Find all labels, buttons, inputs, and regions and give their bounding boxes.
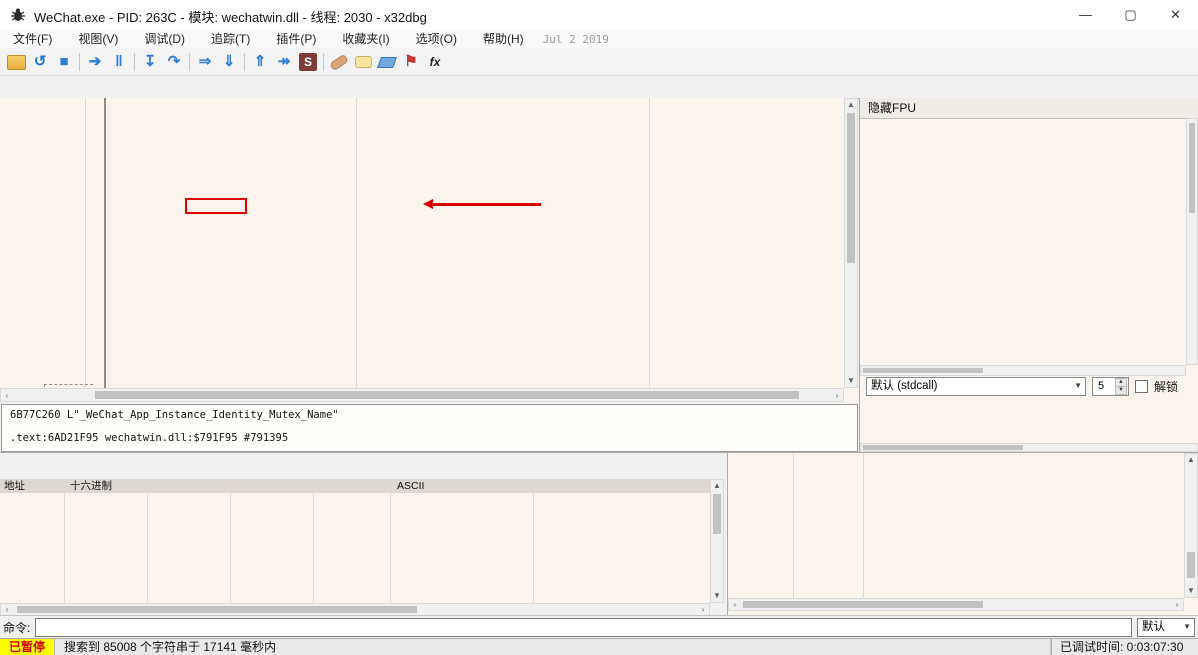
menu-build-date: Jul 2 2019 — [542, 32, 609, 46]
toolbar-run-icon[interactable]: ➔ — [83, 51, 107, 73]
command-label: 命令: — [3, 620, 31, 635]
toolbar-separator — [79, 52, 80, 71]
dump-vscrollbar[interactable]: ▲ ▼ — [710, 479, 724, 603]
menu-item[interactable]: 视图(V) — [65, 30, 131, 48]
info-box: 6B77C260 L"_WeChat_App_Instance_Identity… — [1, 404, 858, 452]
toolbar-step-out-icon[interactable]: ⇑ — [248, 51, 272, 73]
bytes-divider — [356, 98, 357, 388]
window-title: WeChat.exe - PID: 263C - 模块: wechatwin.d… — [34, 10, 427, 25]
dump-tabs — [0, 453, 724, 480]
menu-item[interactable]: 追踪(T) — [198, 30, 263, 48]
debug-state-badge: 已暂停 — [0, 638, 56, 655]
open-file-icon — [6, 54, 26, 70]
toolbar: ↺ ■ ➔ ‖ ↧ ↷ ⇒ ⇓ ⇑ ↠ S ⚑ fx — [0, 48, 1198, 76]
annotation-red-arrow — [433, 203, 541, 206]
stack-hscrollbar[interactable]: ‹ › — [728, 598, 1184, 611]
toolbar-step-into-icon[interactable]: ↧ — [138, 51, 162, 73]
dump-header: 地址 十六进制 ASCII — [0, 479, 710, 494]
chevron-down-icon: ▼ — [1183, 621, 1191, 631]
registers-panel[interactable]: 隐藏FPU 默认 (stdcall) ▼ 5 ▲ ▼ 解锁 — [859, 98, 1198, 452]
status-message: 搜索到 85008 个字符串于 17141 毫秒内 — [55, 638, 1051, 655]
toolbar-restart-icon[interactable]: ↺ — [28, 51, 52, 73]
disassembly-panel[interactable]: ‹ › ▲ ▼ — [0, 98, 858, 402]
menu-item[interactable]: 选项(O) — [403, 30, 470, 48]
chevron-down-icon: ▼ — [1074, 381, 1082, 390]
toolbar-label-icon[interactable] — [375, 51, 399, 73]
toolbar-run-to-user-code-icon[interactable]: ⇓ — [217, 51, 241, 73]
menu-item[interactable]: 文件(F) — [0, 30, 65, 48]
dump-rows[interactable] — [0, 493, 710, 603]
annotation-red-box — [185, 198, 247, 214]
debug-time: 已调试时间: 0:03:07:30 — [1051, 638, 1198, 655]
dump-header-address: 地址 — [4, 480, 25, 492]
minimize-button[interactable]: — — [1063, 0, 1108, 30]
stack-rows[interactable] — [728, 453, 1184, 598]
toolbar-open-file-icon[interactable] — [4, 51, 28, 73]
bottom-section: 地址 十六进制 ASCII ‹ › ▲ ▼ ‹ › ▲ ▼ — [0, 452, 1198, 616]
comment-divider — [649, 98, 650, 388]
bug-icon — [11, 8, 25, 21]
menu-item[interactable]: 帮助(H) — [470, 30, 537, 48]
close-button[interactable]: ✕ — [1153, 0, 1198, 30]
maximize-button[interactable]: ▢ — [1108, 0, 1153, 30]
seh-tile-icon: S — [299, 52, 317, 71]
toolbar-execute-till-return-icon[interactable]: ⇒ — [193, 51, 217, 73]
registers-vscrollbar[interactable] — [1186, 118, 1198, 365]
register-list[interactable] — [860, 118, 1186, 365]
calling-convention-row: 默认 (stdcall) ▼ 5 ▲ ▼ 解锁 — [860, 376, 1198, 397]
label-icon — [376, 56, 398, 68]
dump-header-hex: 十六进制 — [70, 480, 112, 492]
toolbar-function-icon[interactable]: fx — [423, 51, 447, 73]
status-bar: 已暂停 搜索到 85008 个字符串于 17141 毫秒内 已调试时间: 0:0… — [0, 638, 1198, 655]
title-bar[interactable]: WeChat.exe - PID: 263C - 模块: wechatwin.d… — [0, 0, 1198, 31]
toolbar-separator — [323, 52, 324, 71]
info-line-string: 6B77C260 L"_WeChat_App_Instance_Identity… — [10, 409, 339, 421]
comment-icon — [354, 55, 372, 68]
disasm-hscrollbar[interactable]: ‹ › — [0, 388, 844, 402]
unlock-checkbox[interactable] — [1135, 380, 1148, 393]
toolbar-separator — [244, 52, 245, 71]
toolbar-patch-icon[interactable] — [327, 51, 351, 73]
unlock-label: 解锁 — [1154, 380, 1179, 394]
annotation-red-arrow-head — [423, 199, 433, 209]
patch-icon — [329, 53, 349, 71]
address-divider — [104, 98, 106, 388]
registers-hscrollbar[interactable] — [860, 365, 1186, 376]
toolbar-animate-into-icon[interactable]: ↠ — [272, 51, 296, 73]
memory-dump-panel[interactable]: 地址 十六进制 ASCII ‹ › ▲ ▼ — [0, 453, 724, 616]
menu-bar: 文件(F) 视图(V) 调试(D) 追踪(T) 插件(P) 收藏夹(I) 选项(O) 帮助(H… — [0, 30, 1198, 48]
calling-convention-select[interactable]: 默认 (stdcall) ▼ — [866, 377, 1086, 396]
command-input[interactable] — [35, 617, 1132, 637]
menu-item[interactable]: 调试(D) — [131, 30, 198, 48]
disassembly-view[interactable] — [0, 98, 844, 388]
toolbar-comment-icon[interactable] — [351, 51, 375, 73]
x32dbg-window: WeChat.exe - PID: 263C - 模块: wechatwin.d… — [0, 0, 1198, 655]
toolbar-separator — [189, 52, 190, 71]
toolbar-seh-tile-icon[interactable]: S — [296, 51, 320, 73]
toolbar-bookmark-icon[interactable]: ⚑ — [399, 51, 423, 73]
toolbar-step-over-icon[interactable]: ↷ — [162, 51, 186, 73]
menu-item[interactable]: 收藏夹(I) — [329, 30, 402, 48]
gutter-divider — [85, 98, 86, 388]
arg-count-stepper[interactable]: 5 ▲ ▼ — [1092, 377, 1129, 396]
command-profile-select[interactable]: 默认 ▼ — [1137, 617, 1195, 637]
arguments-hscrollbar[interactable] — [860, 443, 1198, 452]
command-row: 命令: 默认 ▼ — [0, 615, 1198, 638]
stack-vscrollbar[interactable]: ▲ ▼ — [1184, 453, 1198, 598]
toolbar-separator — [134, 52, 135, 71]
toolbar-pause-icon[interactable]: ‖ — [107, 51, 131, 73]
dump-header-ascii: ASCII — [397, 480, 425, 492]
stack-panel[interactable]: ‹ › ▲ ▼ — [727, 453, 1198, 616]
info-line-location: .text:6AD21F95 wechatwin.dll:$791F95 #79… — [10, 432, 289, 444]
disasm-vscrollbar[interactable]: ▲ ▼ — [844, 98, 858, 388]
view-tabs — [0, 76, 1198, 99]
argument-list[interactable] — [860, 397, 1198, 443]
toolbar-stop-icon[interactable]: ■ — [52, 51, 76, 73]
menu-item[interactable]: 插件(P) — [263, 30, 329, 48]
hide-fpu-button[interactable]: 隐藏FPU — [860, 98, 1198, 119]
